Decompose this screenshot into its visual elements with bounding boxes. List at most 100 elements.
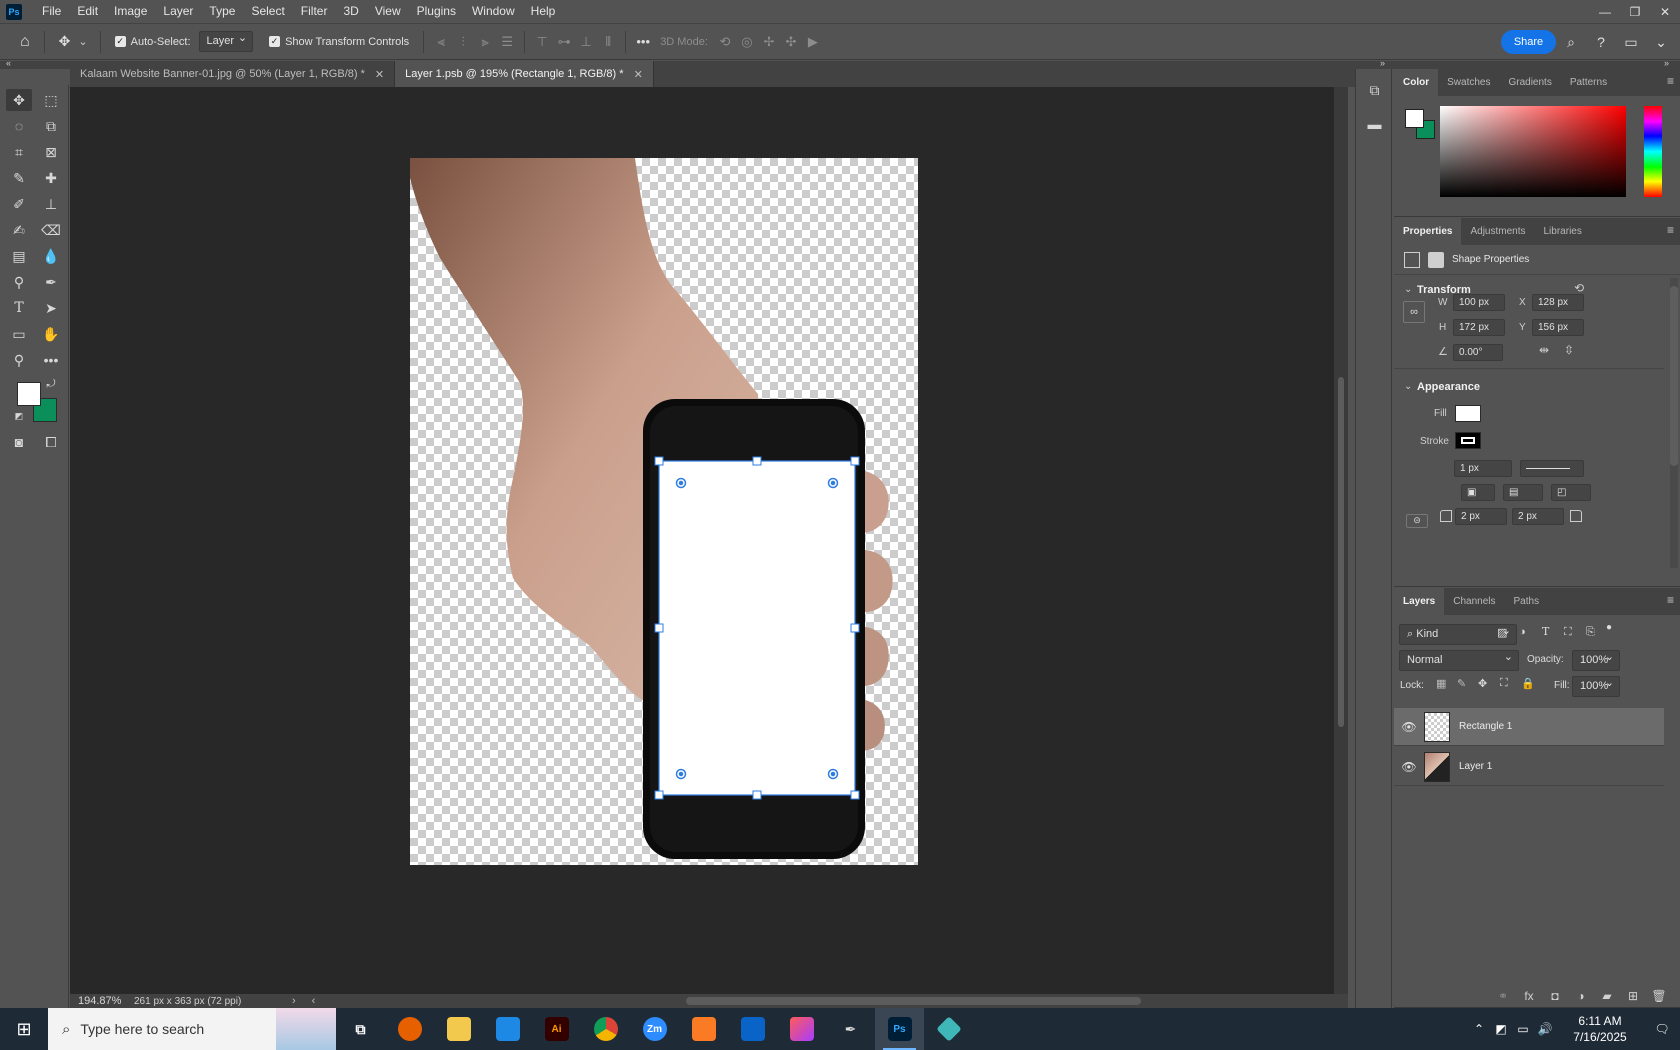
height-field[interactable]: 172 px: [1453, 319, 1505, 336]
menu-file[interactable]: File: [34, 0, 69, 23]
3d-slide-icon[interactable]: ✣: [780, 31, 802, 53]
stroke-corner-dropdown[interactable]: ◰: [1551, 484, 1591, 501]
auto-select-checkbox[interactable]: ✓ Auto-Select:: [114, 36, 191, 48]
move-tool-icon[interactable]: ✥: [6, 89, 32, 111]
tab-libraries[interactable]: Libraries: [1535, 218, 1591, 245]
stroke-width-field[interactable]: 1 px: [1454, 460, 1512, 477]
default-colors-icon[interactable]: ◩: [12, 409, 26, 423]
y-field[interactable]: 156 px: [1532, 319, 1584, 336]
tab-properties[interactable]: Properties: [1394, 218, 1462, 245]
3d-orbit-icon[interactable]: ⟲: [714, 31, 736, 53]
rectangle-tool-icon[interactable]: ▭: [6, 323, 32, 345]
gradient-tool-icon[interactable]: ▤: [6, 245, 32, 267]
filter-toggle-icon[interactable]: ●: [1606, 622, 1612, 633]
chrome-icon[interactable]: [581, 1008, 630, 1050]
windows-start-icon[interactable]: ⊞: [0, 1008, 48, 1050]
shape-icon[interactable]: [1404, 251, 1420, 268]
align-middle-icon[interactable]: ⊶: [553, 31, 575, 53]
blur-tool-icon[interactable]: 💧: [38, 245, 64, 267]
3d-scale-icon[interactable]: ▶: [802, 31, 824, 53]
align-top-icon[interactable]: ⊤: [531, 31, 553, 53]
notifications-icon[interactable]: 🗨: [1644, 1022, 1680, 1036]
menu-filter[interactable]: Filter: [293, 0, 336, 23]
align-bottom-icon[interactable]: ⊥: [575, 31, 597, 53]
close-icon[interactable]: ✕: [375, 68, 384, 81]
marquee-tool-icon[interactable]: ⬚: [38, 89, 64, 111]
3d-roll-icon[interactable]: ◎: [736, 31, 758, 53]
canvas-vertical-scrollbar[interactable]: [1334, 87, 1348, 994]
menu-edit[interactable]: Edit: [69, 0, 106, 23]
photoshop-icon[interactable]: Ps: [875, 1008, 924, 1050]
object-select-tool-icon[interactable]: ⧉: [38, 115, 64, 137]
hand-tool-icon[interactable]: ✋: [38, 323, 64, 345]
delete-layer-icon[interactable]: 🗑: [1646, 989, 1672, 1003]
foreground-color-swatch[interactable]: [17, 382, 41, 406]
align-right-icon[interactable]: ⫸: [474, 31, 496, 53]
menu-type[interactable]: Type: [201, 0, 243, 23]
filter-shape-icon[interactable]: ⛶: [1564, 626, 1572, 639]
minimize-icon[interactable]: —: [1590, 0, 1620, 23]
menu-layer[interactable]: Layer: [155, 0, 201, 23]
vscode-icon[interactable]: [483, 1008, 532, 1050]
stroke-style-dropdown[interactable]: [1520, 460, 1584, 477]
corner-radius-tl-field[interactable]: 2 px: [1455, 508, 1507, 525]
chevron-down-icon[interactable]: ⌄: [1404, 284, 1412, 295]
tab-swatches[interactable]: Swatches: [1438, 69, 1499, 96]
path-selection-tool-icon[interactable]: ➤: [38, 297, 64, 319]
crop-tool-icon[interactable]: ⌗: [6, 141, 32, 163]
chevron-up-icon[interactable]: ⌃: [1468, 1022, 1490, 1036]
healing-brush-tool-icon[interactable]: ✚: [38, 167, 64, 189]
menu-3d[interactable]: 3D: [335, 0, 366, 23]
lock-all-icon[interactable]: 🔒: [1521, 677, 1535, 690]
distribute-vertical-icon[interactable]: ⦀: [597, 31, 619, 53]
history-brush-tool-icon[interactable]: ✍: [6, 219, 32, 241]
chevron-down-icon[interactable]: ⌄: [78, 35, 87, 48]
visibility-eye-icon[interactable]: 👁: [1394, 720, 1424, 734]
clone-stamp-tool-icon[interactable]: ⊥: [38, 193, 64, 215]
menu-plugins[interactable]: Plugins: [409, 0, 464, 23]
scroll-thumb[interactable]: [686, 997, 1141, 1005]
workspace-icon[interactable]: ▭: [1616, 30, 1646, 54]
chevron-down-icon[interactable]: ⌄: [1404, 381, 1412, 392]
opacity-field[interactable]: 100%: [1572, 648, 1620, 671]
network-icon[interactable]: ▭: [1512, 1022, 1534, 1036]
3d-pan-icon[interactable]: ✢: [758, 31, 780, 53]
angle-field[interactable]: 0.00°: [1453, 344, 1503, 361]
reset-transform-icon[interactable]: ⟲: [1574, 281, 1584, 295]
history-icon[interactable]: ⧉: [1356, 77, 1393, 103]
lock-artboard-icon[interactable]: ⛶: [1500, 677, 1508, 690]
tab-kalaam-banner[interactable]: Kalaam Website Banner-01.jpg @ 50% (Laye…: [70, 61, 396, 87]
pen-tool-icon[interactable]: ✒: [38, 271, 64, 293]
show-transform-controls-checkbox[interactable]: ✓ Show Transform Controls: [269, 36, 409, 48]
new-layer-icon[interactable]: ⊞: [1620, 989, 1646, 1003]
chevron-right-icon[interactable]: ›: [292, 995, 296, 1007]
layer-name[interactable]: Rectangle 1: [1459, 721, 1512, 732]
panel-menu-icon[interactable]: ≡: [1667, 593, 1674, 607]
chevron-down-icon[interactable]: ⌄: [1646, 30, 1676, 54]
close-icon[interactable]: ✕: [634, 68, 643, 81]
quick-mask-icon[interactable]: ◙: [6, 431, 32, 453]
distribute-icon[interactable]: ☰: [496, 31, 518, 53]
layer-row-rectangle-1[interactable]: 👁 Rectangle 1: [1394, 708, 1664, 746]
x-field[interactable]: 128 px: [1532, 294, 1584, 311]
eraser-tool-icon[interactable]: ⌫: [38, 219, 64, 241]
scroll-thumb[interactable]: [1670, 286, 1678, 466]
firefox-icon[interactable]: [385, 1008, 434, 1050]
scroll-thumb[interactable]: [1338, 377, 1344, 727]
filter-type-icon[interactable]: T: [1542, 625, 1549, 638]
brush-tool-icon[interactable]: ✐: [6, 193, 32, 215]
tab-paths[interactable]: Paths: [1505, 588, 1549, 615]
close-icon[interactable]: ✕: [1650, 0, 1680, 23]
type-tool-icon[interactable]: T: [6, 297, 32, 319]
eyedropper-tool-icon[interactable]: ✎: [6, 167, 32, 189]
comments-icon[interactable]: ▬: [1356, 111, 1393, 137]
stroke-swatch[interactable]: [1455, 432, 1481, 449]
collapse-left-icon[interactable]: «: [6, 58, 11, 68]
tab-layers[interactable]: Layers: [1394, 588, 1445, 615]
lock-transparent-icon[interactable]: ▦: [1436, 677, 1446, 690]
share-button[interactable]: Share: [1501, 30, 1556, 54]
color-panel-foreground-swatch[interactable]: [1405, 109, 1424, 128]
help-tray-icon[interactable]: ◩: [1490, 1022, 1512, 1036]
tab-gradients[interactable]: Gradients: [1499, 69, 1560, 96]
blend-mode-dropdown[interactable]: Normal: [1399, 648, 1519, 671]
